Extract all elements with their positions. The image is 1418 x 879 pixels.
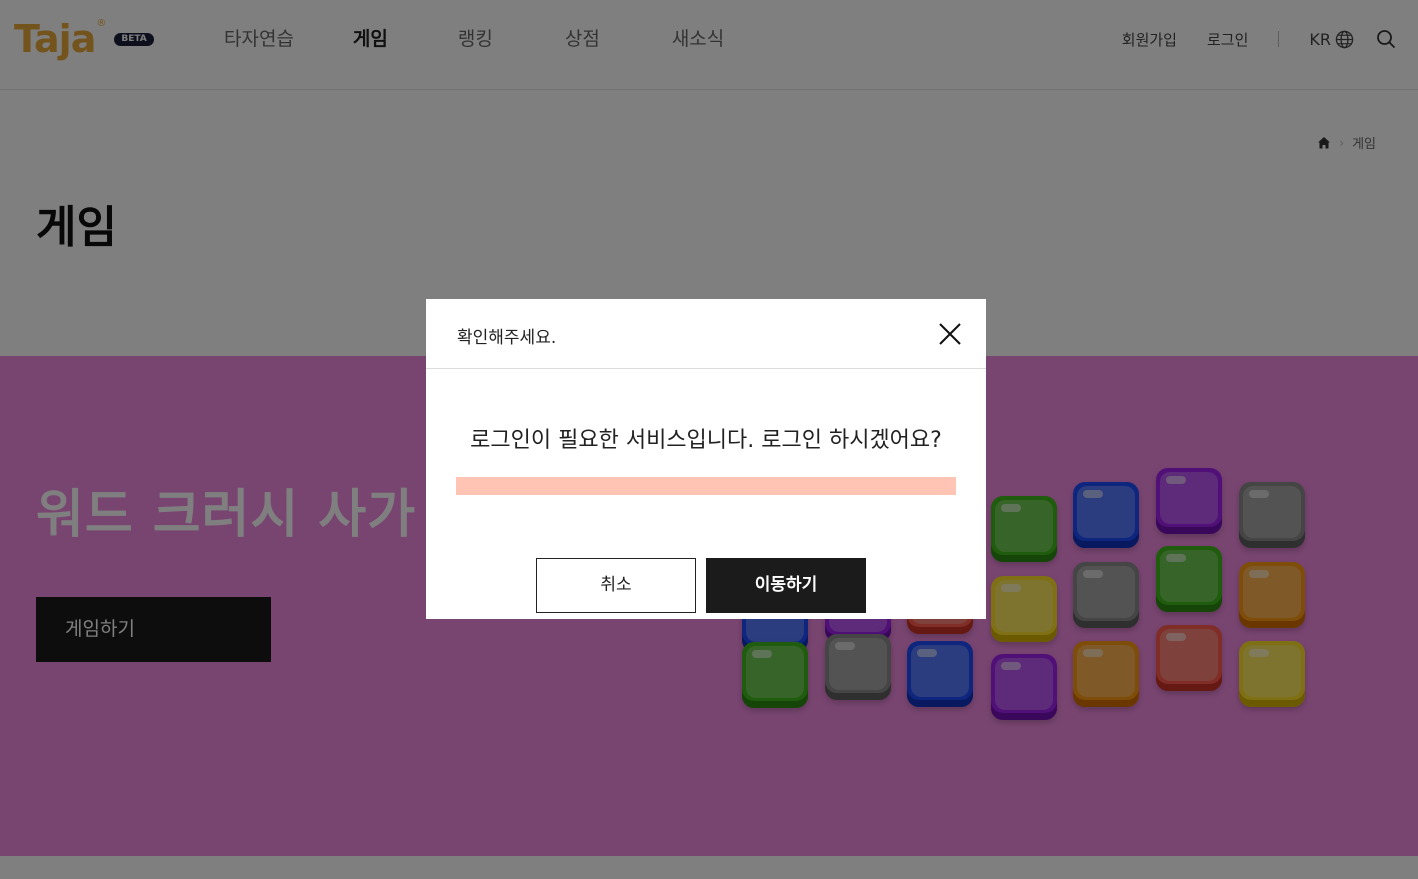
login-required-dialog: 확인해주세요. 로그인이 필요한 서비스입니다. 로그인 하시겠어요? 취소 이… (426, 299, 986, 619)
dialog-message-text: 로그인이 필요한 서비스입니다. 로그인 하시겠어요? (470, 428, 942, 453)
close-icon[interactable] (938, 322, 962, 346)
dialog-header: 확인해주세요. (426, 299, 986, 369)
dialog-title: 확인해주세요. (457, 328, 557, 348)
cancel-button[interactable]: 취소 (536, 558, 696, 613)
go-to-login-button[interactable]: 이동하기 (706, 558, 866, 613)
message-highlight (456, 477, 956, 495)
dialog-message: 로그인이 필요한 서비스입니다. 로그인 하시겠어요? (456, 423, 956, 495)
